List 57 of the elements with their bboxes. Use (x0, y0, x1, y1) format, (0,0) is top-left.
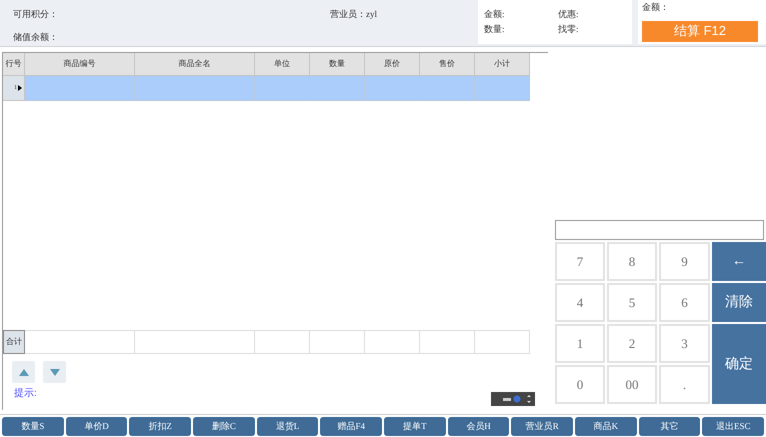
total-cell (255, 330, 310, 354)
total-label: 合计 (3, 330, 25, 354)
keypad-key[interactable]: 7 (555, 242, 605, 281)
keypad-key[interactable]: 确定 (712, 324, 766, 404)
function-button[interactable]: 退出ESC (702, 417, 764, 436)
function-button[interactable]: 营业员R (511, 417, 574, 436)
triangle-down-icon (50, 368, 60, 376)
keypad-key[interactable]: 清除 (712, 283, 766, 322)
total-cell (365, 330, 420, 354)
summary-label: 数量: (484, 22, 506, 36)
function-button[interactable]: 商品K (575, 417, 637, 436)
column-header[interactable]: 售价 (420, 53, 475, 76)
column-header[interactable]: 原价 (365, 53, 420, 76)
function-button[interactable]: 赠品F4 (320, 417, 382, 436)
keypad-key[interactable]: 8 (607, 242, 657, 281)
column-header[interactable]: 行号 (3, 53, 25, 76)
input-field[interactable] (555, 220, 764, 240)
column-header[interactable]: 商品全名 (135, 53, 255, 76)
column-header[interactable]: 商品编号 (25, 53, 135, 76)
keypad-key[interactable]: 2 (607, 324, 657, 363)
balance-label: 储值余额： (13, 30, 59, 44)
total-cell (420, 330, 475, 354)
keypad-key[interactable]: 3 (659, 324, 710, 363)
keypad-key[interactable]: 5 (607, 283, 657, 322)
function-button[interactable]: 单价D (66, 417, 128, 436)
summary-label: 优惠: (558, 8, 580, 21)
summary-label: 金额: (484, 8, 506, 21)
function-button[interactable]: 数量S (2, 417, 64, 436)
keypad-key[interactable]: 1 (555, 324, 605, 363)
keypad-key[interactable]: 0 (555, 365, 605, 404)
function-button[interactable]: 其它 (638, 417, 700, 436)
hint-label: 提示: (14, 387, 37, 401)
function-button[interactable]: 退货L (256, 417, 318, 436)
scroll-up-button[interactable] (12, 361, 35, 383)
function-button[interactable]: 会员H (448, 417, 510, 436)
column-header[interactable]: 单位 (255, 53, 310, 76)
clerk-label: 营业员：zyl (330, 9, 377, 19)
total-cell (310, 330, 365, 354)
scroll-down-button[interactable] (43, 361, 66, 383)
summary-label: 找零: (558, 22, 580, 36)
keypad-key[interactable]: 4 (555, 283, 605, 322)
keypad-key[interactable]: . (659, 365, 710, 404)
function-button[interactable]: 删除C (193, 417, 255, 436)
column-header[interactable]: 数量 (310, 53, 365, 76)
total-cell (475, 330, 530, 354)
function-button[interactable]: 提单T (384, 417, 446, 436)
triangle-up-icon (18, 368, 28, 376)
keypad-key[interactable]: ← (712, 242, 766, 281)
row-pointer-icon (18, 85, 22, 91)
column-header[interactable]: 小计 (475, 53, 530, 76)
input-method-icon[interactable] (491, 392, 535, 406)
amount-label: 金额： (642, 1, 670, 14)
function-button[interactable]: 折扣Z (129, 417, 192, 436)
keypad-key[interactable]: 00 (607, 365, 657, 404)
keypad-key[interactable]: 9 (659, 242, 710, 281)
points-label: 可用积分： (13, 8, 59, 21)
keypad-key[interactable]: 6 (659, 283, 710, 322)
